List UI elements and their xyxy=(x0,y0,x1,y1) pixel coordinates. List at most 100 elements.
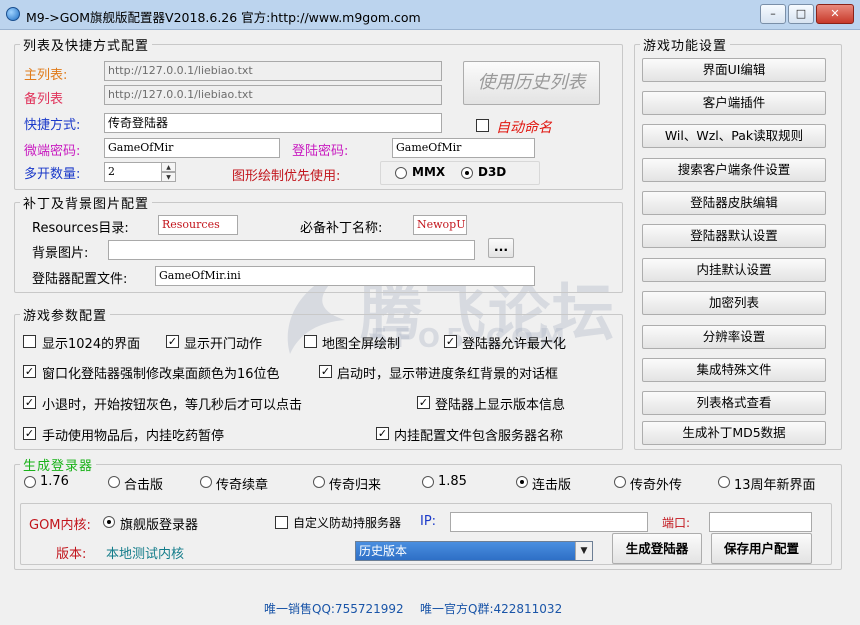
option-maximize-checkbox[interactable]: ✓ xyxy=(444,335,457,348)
close-button[interactable]: ✕ xyxy=(816,4,854,24)
gom-core-label: GOM内核: xyxy=(29,518,91,533)
config-file-field[interactable]: GameOfMir.ini xyxy=(155,266,535,286)
option-server-name-checkbox[interactable]: ✓ xyxy=(376,427,389,440)
generate-launcher-button[interactable]: 生成登陆器 xyxy=(612,533,702,564)
option-open-door-label: 显示开门动作 xyxy=(184,337,263,352)
option-fullscreen-map-label: 地图全屏绘制 xyxy=(322,337,401,352)
version-radio-label: 传奇外传 xyxy=(630,478,683,493)
multi-open-field[interactable]: 2 xyxy=(104,162,164,182)
config-file-label: 登陆器配置文件: xyxy=(32,272,128,287)
resources-label: Resources目录: xyxy=(32,221,129,236)
maximize-button[interactable]: □ xyxy=(788,4,814,24)
auto-name-checkbox[interactable] xyxy=(476,119,489,132)
chevron-down-icon[interactable]: ▼ xyxy=(575,542,592,560)
option-maximize-label: 登陆器允许最大化 xyxy=(462,337,567,352)
window-title: M9->GOM旗舰版配置器V2018.6.26 官方:http://www.m9… xyxy=(26,10,421,25)
render-mmx-radio[interactable] xyxy=(395,167,407,179)
version-value: 本地测试内核 xyxy=(106,547,185,562)
settings-button[interactable]: 登陆器皮肤编辑 xyxy=(642,191,826,215)
option-16bit-label: 窗口化登陆器强制修改桌面颜色为16位色 xyxy=(42,367,280,382)
option-small-exit-checkbox[interactable]: ✓ xyxy=(23,396,36,409)
option-progress-dialog-checkbox[interactable]: ✓ xyxy=(319,365,332,378)
flagship-label: 旗舰版登录器 xyxy=(120,518,199,533)
settings-button[interactable]: 搜索客户端条件设置 xyxy=(642,158,826,182)
custom-server-label: 自定义防劫持服务器 xyxy=(293,516,402,530)
settings-button[interactable]: 登陆器默认设置 xyxy=(642,224,826,248)
backup-list-field[interactable]: http://127.0.0.1/liebiao.txt xyxy=(104,85,442,105)
minimize-button[interactable]: – xyxy=(760,4,786,24)
version-radio-label: 传奇归来 xyxy=(329,478,382,493)
settings-button[interactable]: 内挂默认设置 xyxy=(642,258,826,282)
option-1024-checkbox[interactable] xyxy=(23,335,36,348)
version-label: 版本: xyxy=(56,547,87,562)
main-list-field[interactable]: http://127.0.0.1/liebiao.txt xyxy=(104,61,442,81)
auto-name-label: 自动命名 xyxy=(496,120,552,136)
history-version-select[interactable]: 历史版本 ▼ xyxy=(355,541,593,561)
option-16bit-checkbox[interactable]: ✓ xyxy=(23,365,36,378)
option-server-name-label: 内挂配置文件包含服务器名称 xyxy=(394,429,564,444)
settings-button[interactable]: 集成特殊文件 xyxy=(642,358,826,382)
settings-button[interactable]: 加密列表 xyxy=(642,291,826,315)
resources-field[interactable]: Resources xyxy=(158,215,238,235)
spin-down-icon[interactable]: ▼ xyxy=(161,172,176,182)
settings-button[interactable]: Wil、Wzl、Pak读取规则 xyxy=(642,124,826,148)
version-radio[interactable] xyxy=(200,476,212,488)
version-radio[interactable] xyxy=(422,476,434,488)
version-radio[interactable] xyxy=(108,476,120,488)
patch-config-title: 补丁及背景图片配置 xyxy=(20,193,153,212)
params-title: 游戏参数配置 xyxy=(20,305,111,324)
backup-list-label: 备列表 xyxy=(24,92,64,107)
spin-up-icon[interactable]: ▲ xyxy=(161,162,176,172)
port-field[interactable] xyxy=(709,512,812,532)
official-group-text: 唯一官方Q群:422811032 xyxy=(420,602,563,616)
render-d3d-radio[interactable] xyxy=(461,167,473,179)
browse-button[interactable]: ... xyxy=(488,238,514,258)
option-small-exit-label: 小退时，开始按钮灰色，等几秒后才可以点击 xyxy=(42,398,303,413)
version-radio-label: 连击版 xyxy=(532,478,572,493)
micro-pwd-field[interactable]: GameOfMir xyxy=(104,138,280,158)
option-1024-label: 显示1024的界面 xyxy=(42,337,141,352)
custom-server-checkbox[interactable] xyxy=(275,516,288,529)
app-icon xyxy=(6,7,20,21)
settings-button[interactable]: 分辨率设置 xyxy=(642,325,826,349)
option-pause-potion-checkbox[interactable]: ✓ xyxy=(23,427,36,440)
version-radio-label: 传奇续章 xyxy=(216,478,269,493)
micro-pwd-label: 微端密码: xyxy=(24,144,81,159)
multi-open-label: 多开数量: xyxy=(24,167,81,182)
bg-image-label: 背景图片: xyxy=(32,246,89,261)
settings-button[interactable]: 列表格式查看 xyxy=(642,391,826,415)
version-radio[interactable] xyxy=(516,476,528,488)
version-radio[interactable] xyxy=(614,476,626,488)
option-pause-potion-label: 手动使用物品后，内挂吃药暂停 xyxy=(42,429,225,444)
version-radio-label: 1.85 xyxy=(438,474,467,489)
option-show-version-checkbox[interactable]: ✓ xyxy=(417,396,430,409)
login-pwd-field[interactable]: GameOfMir xyxy=(392,138,535,158)
version-radio-label: 1.76 xyxy=(40,474,69,489)
main-list-label: 主列表: xyxy=(24,68,68,83)
option-fullscreen-map-checkbox[interactable] xyxy=(304,335,317,348)
save-config-button[interactable]: 保存用户配置 xyxy=(711,533,812,564)
version-radio[interactable] xyxy=(24,476,36,488)
bg-image-field[interactable] xyxy=(108,240,475,260)
option-open-door-checkbox[interactable]: ✓ xyxy=(166,335,179,348)
use-history-list-button[interactable]: 使用历史列表 xyxy=(463,61,600,105)
required-patch-label: 必备补丁名称: xyxy=(300,221,383,236)
required-patch-field[interactable]: NewopUI xyxy=(413,215,467,235)
flagship-radio[interactable] xyxy=(103,516,115,528)
settings-button[interactable]: 生成补丁MD5数据 xyxy=(642,421,826,445)
login-pwd-label: 登陆密码: xyxy=(292,144,349,159)
version-radio[interactable] xyxy=(718,476,730,488)
option-show-version-label: 登陆器上显示版本信息 xyxy=(435,398,566,413)
sales-qq-text: 唯一销售QQ:755721992 xyxy=(264,602,404,616)
title-bar: M9->GOM旗舰版配置器V2018.6.26 官方:http://www.m9… xyxy=(0,0,860,30)
history-version-value: 历史版本 xyxy=(359,544,408,558)
version-radio[interactable] xyxy=(313,476,325,488)
shortcut-field[interactable]: 传奇登陆器 xyxy=(104,113,442,133)
ip-field[interactable] xyxy=(450,512,648,532)
version-radio-label: 13周年新界面 xyxy=(734,478,816,493)
list-config-title: 列表及快捷方式配置 xyxy=(20,35,153,54)
settings-button[interactable]: 界面UI编辑 xyxy=(642,58,826,82)
settings-button[interactable]: 客户端插件 xyxy=(642,91,826,115)
port-label: 端口: xyxy=(662,516,691,530)
render-mmx-label: MMX xyxy=(412,165,446,179)
